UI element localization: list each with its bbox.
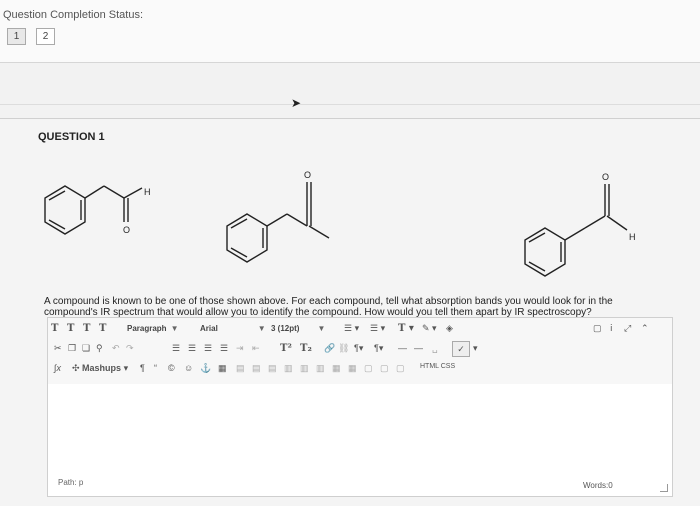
paragraph-select-value: Paragraph [127, 324, 167, 333]
anchor-icon[interactable]: ⚓ [200, 363, 211, 374]
copy-icon[interactable]: ❐ [68, 343, 76, 354]
chemical-structures-image: H O O O H [44, 170, 636, 277]
highlight-color-button[interactable]: ✎ ▾ [422, 323, 437, 334]
align-left-icon[interactable]: ☰ [172, 343, 180, 354]
align-center-icon[interactable]: ☰ [188, 343, 196, 354]
chevron-down-icon: ▼ [257, 324, 266, 333]
chevron-down-icon: ▼ [170, 324, 179, 333]
font-size-value: 3 (12pt) [271, 324, 300, 333]
rich-text-editor[interactable]: T T T T Paragraph ▼ Arial ▼ 3 (12pt) ▼ ☰ ▾ … [47, 317, 673, 497]
chevron-down-icon: ▼ [317, 324, 326, 333]
format-italic-button[interactable]: T [67, 323, 74, 334]
fullscreen-icon[interactable]: ⤢ [624, 323, 631, 334]
table-delete-row-icon[interactable]: ▤ [268, 363, 277, 374]
copyright-icon[interactable]: © [168, 363, 175, 373]
mashups-menu[interactable]: ✣ Mashups ▾ [72, 363, 128, 374]
spellcheck-icon[interactable]: ⅰ [610, 323, 613, 334]
question-text: A compound is known to be one of those s… [44, 296, 613, 318]
table-row-after-icon[interactable]: ▤ [252, 363, 261, 374]
table-props-icon[interactable]: ▢ [364, 363, 373, 374]
redo-icon[interactable]: ↷ [126, 343, 134, 354]
find-icon[interactable]: ⚲ [96, 343, 103, 354]
ltr-icon[interactable]: ¶▾ [354, 343, 363, 354]
rtl-icon[interactable]: ¶▾ [374, 343, 383, 354]
font-select[interactable]: Arial ▼ [200, 322, 266, 336]
toolbar-row-3: ∫x ✣ Mashups ▾ ¶ “ © ☺ ⚓ ▦ ▤ ▤ ▤ ▥ ▥ ▥ ▦… [48, 360, 672, 380]
table-split-icon[interactable]: ▦ [332, 363, 341, 374]
emoji-icon[interactable]: ☺ [184, 363, 193, 373]
paragraph-mark-icon[interactable]: ¶ [140, 363, 145, 373]
editor-toolbar: T T T T Paragraph ▼ Arial ▼ 3 (12pt) ▼ ☰ ▾ … [48, 318, 672, 385]
em-dash-icon[interactable]: — [414, 343, 423, 353]
editor-content-area[interactable] [48, 384, 672, 472]
structure-2-o-label: O [304, 170, 311, 180]
table-merge-icon[interactable]: ▦ [348, 363, 357, 374]
question-title: QUESTION 1 [38, 131, 105, 143]
subscript-button[interactable]: T₂ [300, 343, 312, 354]
undo-icon[interactable]: ↶ [112, 343, 120, 354]
align-right-icon[interactable]: ☰ [204, 343, 212, 354]
table-row-before-icon[interactable]: ▤ [236, 363, 245, 374]
completion-status-label: Question Completion Status: [3, 9, 144, 21]
structure-1-h-label: H [144, 187, 151, 197]
collapse-toolbar-icon[interactable]: ⌃ [641, 323, 649, 334]
status-bar: Question Completion Status: 1 2 [0, 0, 700, 63]
html-css-button[interactable]: HTML CSS [420, 363, 455, 370]
table-col-before-icon[interactable]: ▥ [284, 363, 293, 374]
cut-icon[interactable]: ✂ [54, 343, 62, 354]
math-formula-icon[interactable]: ∫x [54, 363, 61, 373]
text-color-icon: T [398, 323, 406, 334]
cell-props-icon[interactable]: ▢ [380, 363, 389, 374]
paragraph-select[interactable]: Paragraph ▼ [127, 322, 179, 336]
special-char-icon[interactable]: ␣ [432, 343, 438, 354]
structure-1-o-label: O [123, 225, 130, 235]
row-props-icon[interactable]: ▢ [396, 363, 405, 374]
resize-handle-icon[interactable] [660, 484, 668, 492]
toolbar-row-2: ✂ ❐ ❏ ⚲ ↶ ↷ ☰ ☰ ☰ ☰ ⇥ ⇤ T² T₂ 🔗 ⛓ ¶▾ ¶▾ … [48, 340, 672, 360]
align-justify-icon[interactable]: ☰ [220, 343, 228, 354]
structure-3-o-label: O [602, 172, 609, 182]
preview-icon[interactable]: ▢ [593, 323, 602, 334]
editor-path-label: Path: p [58, 478, 84, 487]
structure-2 [226, 182, 330, 263]
toolbar-row-1: T T T T Paragraph ▼ Arial ▼ 3 (12pt) ▼ ☰ ▾ … [48, 320, 672, 340]
format-underline-button[interactable]: T [83, 323, 90, 334]
blockquote-icon[interactable]: “ [154, 363, 157, 373]
chevron-down-icon[interactable]: ▾ [473, 343, 478, 354]
horizontal-rule-icon[interactable]: — [398, 343, 407, 353]
table-delete-col-icon[interactable]: ▥ [316, 363, 325, 374]
format-bold-button[interactable]: T [51, 323, 58, 334]
bullet-list-button[interactable]: ☰ ▾ [344, 323, 359, 334]
question-page-1-button[interactable]: 1 [7, 28, 26, 45]
question-page-2-button[interactable]: 2 [36, 28, 55, 45]
font-select-value: Arial [200, 324, 218, 333]
format-strikethrough-button[interactable]: T [99, 323, 106, 334]
outdent-icon[interactable]: ⇤ [252, 343, 260, 354]
table-col-after-icon[interactable]: ▥ [300, 363, 309, 374]
divider [0, 104, 700, 105]
indent-icon[interactable]: ⇥ [236, 343, 244, 354]
numbered-list-icon: ☰ [370, 323, 379, 333]
font-size-select[interactable]: 3 (12pt) ▼ [271, 322, 325, 336]
link-icon[interactable]: 🔗 [324, 343, 335, 354]
spellcheck-toggle-icon[interactable]: ✓ [452, 341, 470, 357]
bullet-list-icon: ☰ [344, 323, 353, 333]
text-color-button[interactable]: T ▾ [398, 323, 414, 334]
mashups-label: Mashups [82, 363, 122, 373]
paste-icon[interactable]: ❏ [82, 343, 90, 354]
structure-3 [524, 184, 628, 277]
numbered-list-button[interactable]: ☰ ▾ [370, 323, 385, 334]
mouse-cursor-icon: ➤ [291, 96, 302, 110]
word-count-label: Words:0 [583, 481, 613, 490]
structure-3-h-label: H [629, 232, 636, 242]
insert-table-icon[interactable]: ▦ [218, 363, 227, 374]
superscript-button[interactable]: T² [280, 343, 292, 354]
eraser-icon[interactable]: ◈ [446, 323, 453, 334]
unlink-icon[interactable]: ⛓ [338, 343, 349, 354]
